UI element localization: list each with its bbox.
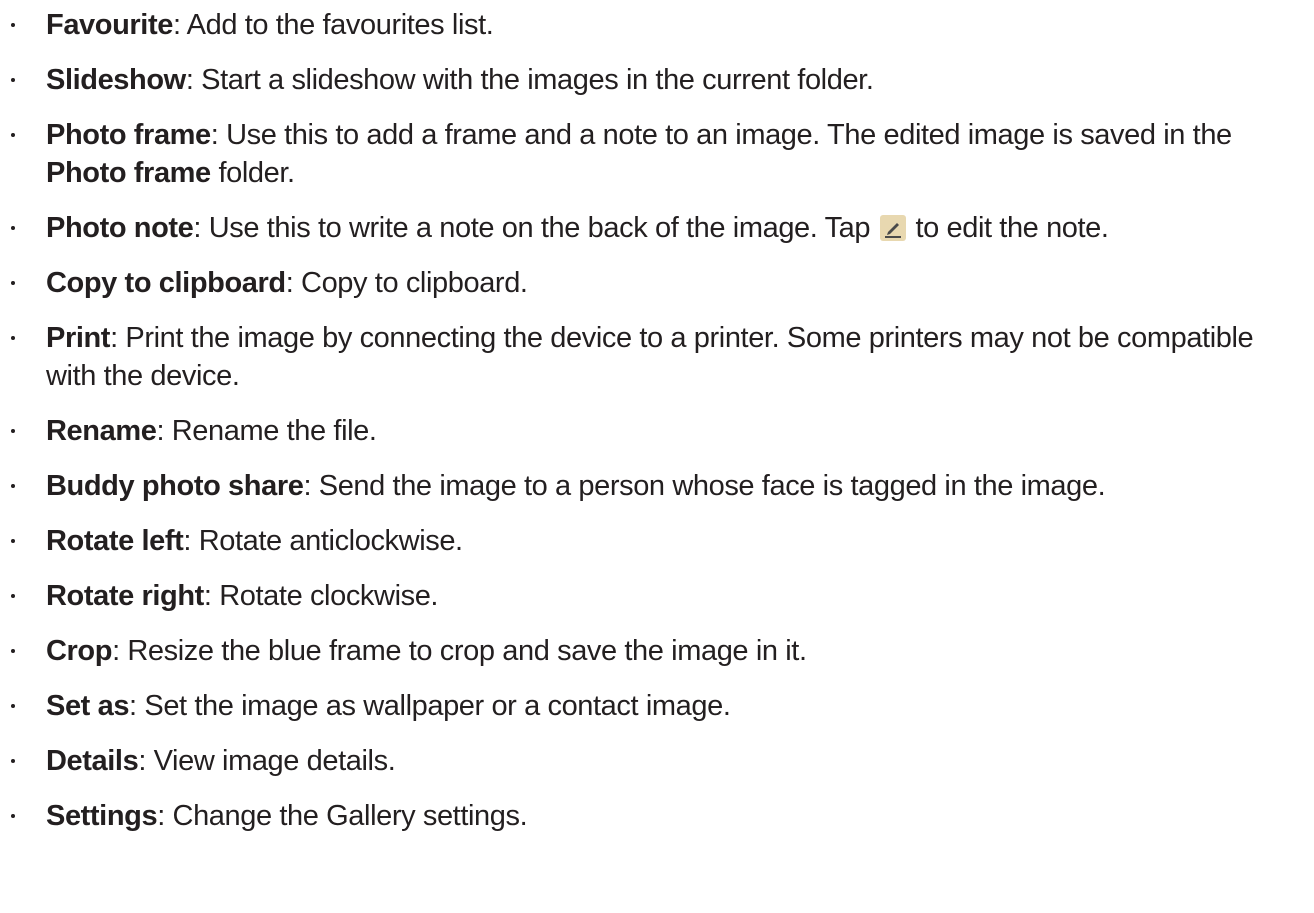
list-item-settings: Settings: Change the Gallery settings. [0,797,1314,835]
bullet-icon [11,649,15,653]
item-separator: : [183,525,199,557]
item-separator: : [203,580,220,612]
list-item-slideshow: Slideshow: Start a slideshow with the im… [0,61,1314,99]
item-description: Rename the file. [171,415,377,447]
item-description: Use this to add a frame and a note to an… [226,119,1232,151]
bullet-icon [11,814,15,818]
bullet-icon [11,23,15,27]
item-description: Rotate clockwise. [219,580,439,612]
bullet-icon [11,704,15,708]
item-term: Copy to clipboard [46,267,286,299]
item-term: Details [46,745,139,777]
item-term: Slideshow [46,64,186,96]
list-item-set-as: Set as: Set the image as wallpaper or a … [0,687,1314,725]
item-description: Rotate anticlockwise. [198,525,463,557]
bullet-icon [11,429,15,433]
item-description-end: folder. [210,157,295,189]
item-term: Favourite [46,9,173,41]
list-item-copy-to-clipboard: Copy to clipboard: Copy to clipboard. [0,264,1314,302]
item-separator: : [210,119,227,151]
bullet-icon [11,336,15,340]
item-separator: : [110,322,126,354]
bullet-icon [11,539,15,543]
item-description: Start a slideshow with the images in the… [201,64,874,96]
item-separator: : [138,745,154,777]
list-item-buddy-photo-share: Buddy photo share: Send the image to a p… [0,467,1314,505]
item-term: Photo frame [46,119,211,151]
item-description: Copy to clipboard. [301,267,528,299]
item-term: Settings [46,800,158,832]
item-term: Set as [46,690,130,722]
edit-pencil-icon [879,215,906,241]
list-item-rotate-left: Rotate left: Rotate anticlockwise. [0,522,1314,560]
item-description: Set the image as wallpaper or a contact … [144,690,731,722]
item-description: View image details. [153,745,396,777]
bullet-icon [11,78,15,82]
list-item-rotate-right: Rotate right: Rotate clockwise. [0,577,1314,615]
item-description: Print the image by connecting the device… [46,322,1254,392]
bullet-icon [11,226,15,230]
item-term: Photo note [46,212,194,244]
list-item-favourite: Favourite: Add to the favourites list. [0,6,1314,44]
item-description: Add to the favourites list. [186,9,494,41]
bullet-icon [11,759,15,763]
list-item-photo-note: Photo note: Use this to write a note on … [0,209,1314,247]
item-separator: : [303,470,319,502]
options-list-document: Favourite: Add to the favourites list. S… [0,6,1314,852]
item-term: Rotate left [46,525,184,557]
item-description: Use this to write a note on the back of … [208,212,878,244]
item-separator: : [156,415,172,447]
list-item-photo-frame: Photo frame: Use this to add a frame and… [0,116,1314,192]
bullet-icon [11,281,15,285]
list-item-crop: Crop: Resize the blue frame to crop and … [0,632,1314,670]
bullet-icon [11,133,15,137]
list-item-print: Print: Print the image by connecting the… [0,319,1314,395]
bullet-icon [11,484,15,488]
item-description: Send the image to a person whose face is… [318,470,1106,502]
item-separator: : [172,9,187,41]
item-separator: : [185,64,202,96]
item-description-bold: Photo frame [46,157,211,189]
bullet-icon [11,594,15,598]
item-term: Crop [46,635,113,667]
list-item-details: Details: View image details. [0,742,1314,780]
item-description: Change the Gallery settings. [172,800,528,832]
item-description: Resize the blue frame to crop and save t… [127,635,807,667]
item-separator: : [285,267,302,299]
item-separator: : [193,212,209,244]
options-list: Favourite: Add to the favourites list. S… [0,6,1314,835]
item-term: Print [46,322,111,354]
item-separator: : [129,690,145,722]
item-separator: : [112,635,128,667]
item-term: Rotate right [46,580,204,612]
list-item-rename: Rename: Rename the file. [0,412,1314,450]
item-description-end: to edit the note. [907,212,1109,244]
item-term: Buddy photo share [46,470,304,502]
item-term: Rename [46,415,157,447]
item-separator: : [157,800,173,832]
